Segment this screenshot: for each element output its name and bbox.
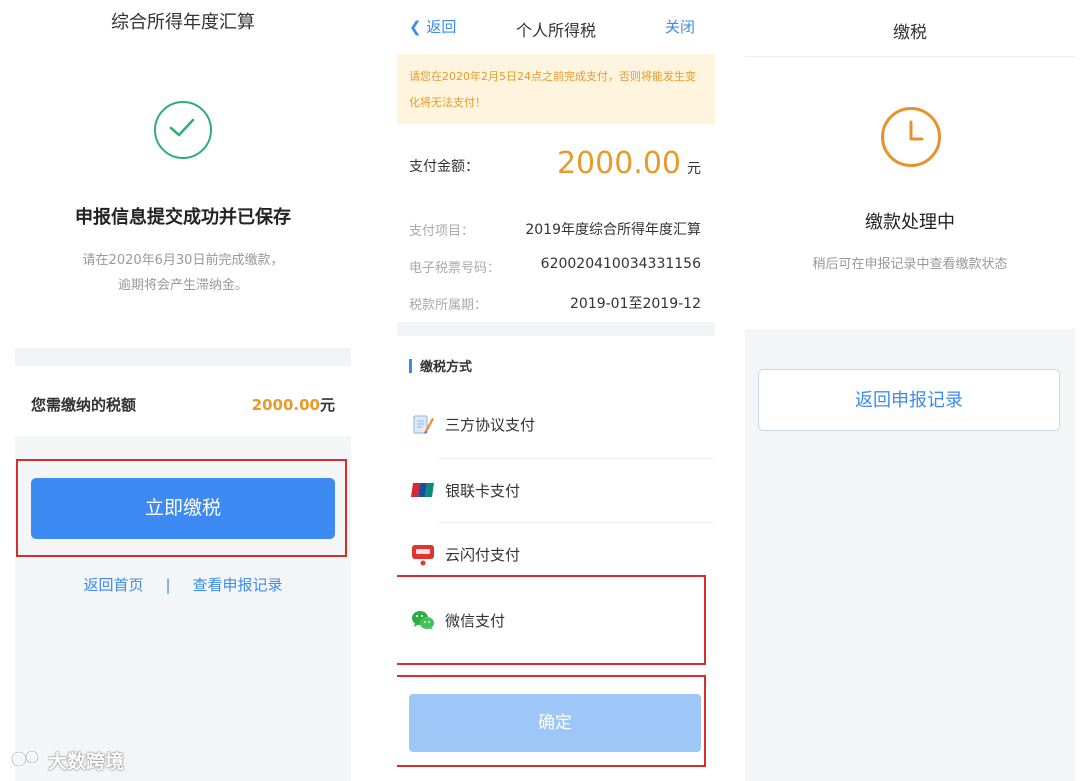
tax-period-label: 税款所属期： (409, 298, 488, 313)
method-divider (437, 522, 715, 523)
method-label: 云闪付支付 (445, 546, 521, 564)
quickpass-icon (412, 545, 434, 566)
method-divider (437, 458, 715, 459)
close-button[interactable]: 关闭 (665, 16, 695, 37)
processing-heading: 缴款处理中 (865, 212, 955, 233)
tax-amount-value: 2000.00元 (252, 394, 335, 415)
bottom-links: 返回首页 | 查看申报记录 (15, 574, 351, 595)
section-title-text: 缴税方式 (420, 360, 473, 375)
payment-item-value: 2019年度综合所得年度汇算 (525, 222, 701, 238)
back-to-records-button[interactable]: 返回申报记录 (758, 369, 1060, 431)
payment-method-tripartite[interactable]: 三方协议支付 (411, 406, 711, 446)
tax-amount-number: 2000.00 (251, 396, 320, 414)
watermark-logo-icon (10, 749, 40, 768)
method-label: 银联卡支付 (445, 482, 521, 500)
tax-period-value: 2019-01至2019-12 (570, 296, 701, 312)
payment-method-section-title: 缴税方式 (409, 356, 472, 375)
tax-amount-unit: 元 (319, 396, 335, 414)
payment-deadline-notice: 请您在2020年2月5日24点之前完成支付，否则将能发生变 化将无法支付！ (397, 54, 715, 124)
payment-method-unionpay[interactable]: 银联卡支付 (411, 472, 711, 512)
pay-amount-label: 支付金额： (409, 159, 479, 175)
deadline-notice: 请在2020年6月30日前完成缴款， 逾期将会产生滞纳金。 (15, 248, 351, 298)
page-title: 缴税 (893, 23, 927, 43)
pay-amount-value: 2000.00 元 (557, 146, 701, 181)
back-home-link[interactable]: 返回首页 (83, 576, 143, 594)
highlight-box (397, 575, 706, 665)
tax-ticket-label: 电子税票号码： (409, 261, 501, 276)
confirm-button[interactable]: 确定 (409, 694, 701, 752)
view-records-link[interactable]: 查看申报记录 (193, 576, 283, 594)
unionpay-icon (411, 483, 434, 497)
link-separator: | (165, 576, 171, 594)
success-check-icon (154, 101, 212, 159)
payment-method-quickpass[interactable]: 云闪付支付 (411, 536, 711, 576)
section-divider (397, 322, 715, 336)
pencil-doc-icon (413, 415, 434, 434)
deadline-line-2: 逾期将会产生滞纳金。 (117, 278, 248, 293)
notice-line-1: 请您在2020年2月5日24点之前完成支付，否则将能发生变 (409, 70, 696, 83)
notice-line-2: 化将无法支付！ (409, 96, 486, 109)
pay-amount-number: 2000.00 (556, 146, 681, 181)
page-title: 综合所得年度汇算 (111, 12, 255, 33)
header-divider (745, 56, 1075, 57)
pay-now-button[interactable]: 立即缴税 (31, 478, 335, 539)
pay-amount-unit: 元 (687, 161, 701, 177)
processing-subtext: 稍后可在申报记录中查看缴款状态 (812, 257, 1008, 272)
clock-icon (881, 107, 941, 167)
payment-screen: ❮ 返回 个人所得税 关闭 请您在2020年2月5日24点之前完成支付，否则将能… (397, 0, 715, 781)
watermark-text: 大数跨境 (48, 751, 125, 773)
success-heading: 申报信息提交成功并已保存 (75, 207, 291, 228)
tax-ticket-value: 620020410034331156 (540, 256, 701, 272)
section-accent-bar (409, 359, 412, 373)
tax-amount-label: 您需缴纳的税额 (31, 396, 137, 414)
section-divider (15, 348, 351, 366)
deadline-line-1: 请在2020年6月30日前完成缴款， (82, 253, 284, 268)
payment-item-label: 支付项目： (409, 224, 475, 239)
tax-settlement-success-screen: 综合所得年度汇算 申报信息提交成功并已保存 请在2020年6月30日前完成缴款，… (15, 0, 351, 781)
payment-processing-screen: 缴税 缴款处理中 稍后可在申报记录中查看缴款状态 返回申报记录 (745, 0, 1075, 781)
method-label: 三方协议支付 (445, 416, 536, 434)
